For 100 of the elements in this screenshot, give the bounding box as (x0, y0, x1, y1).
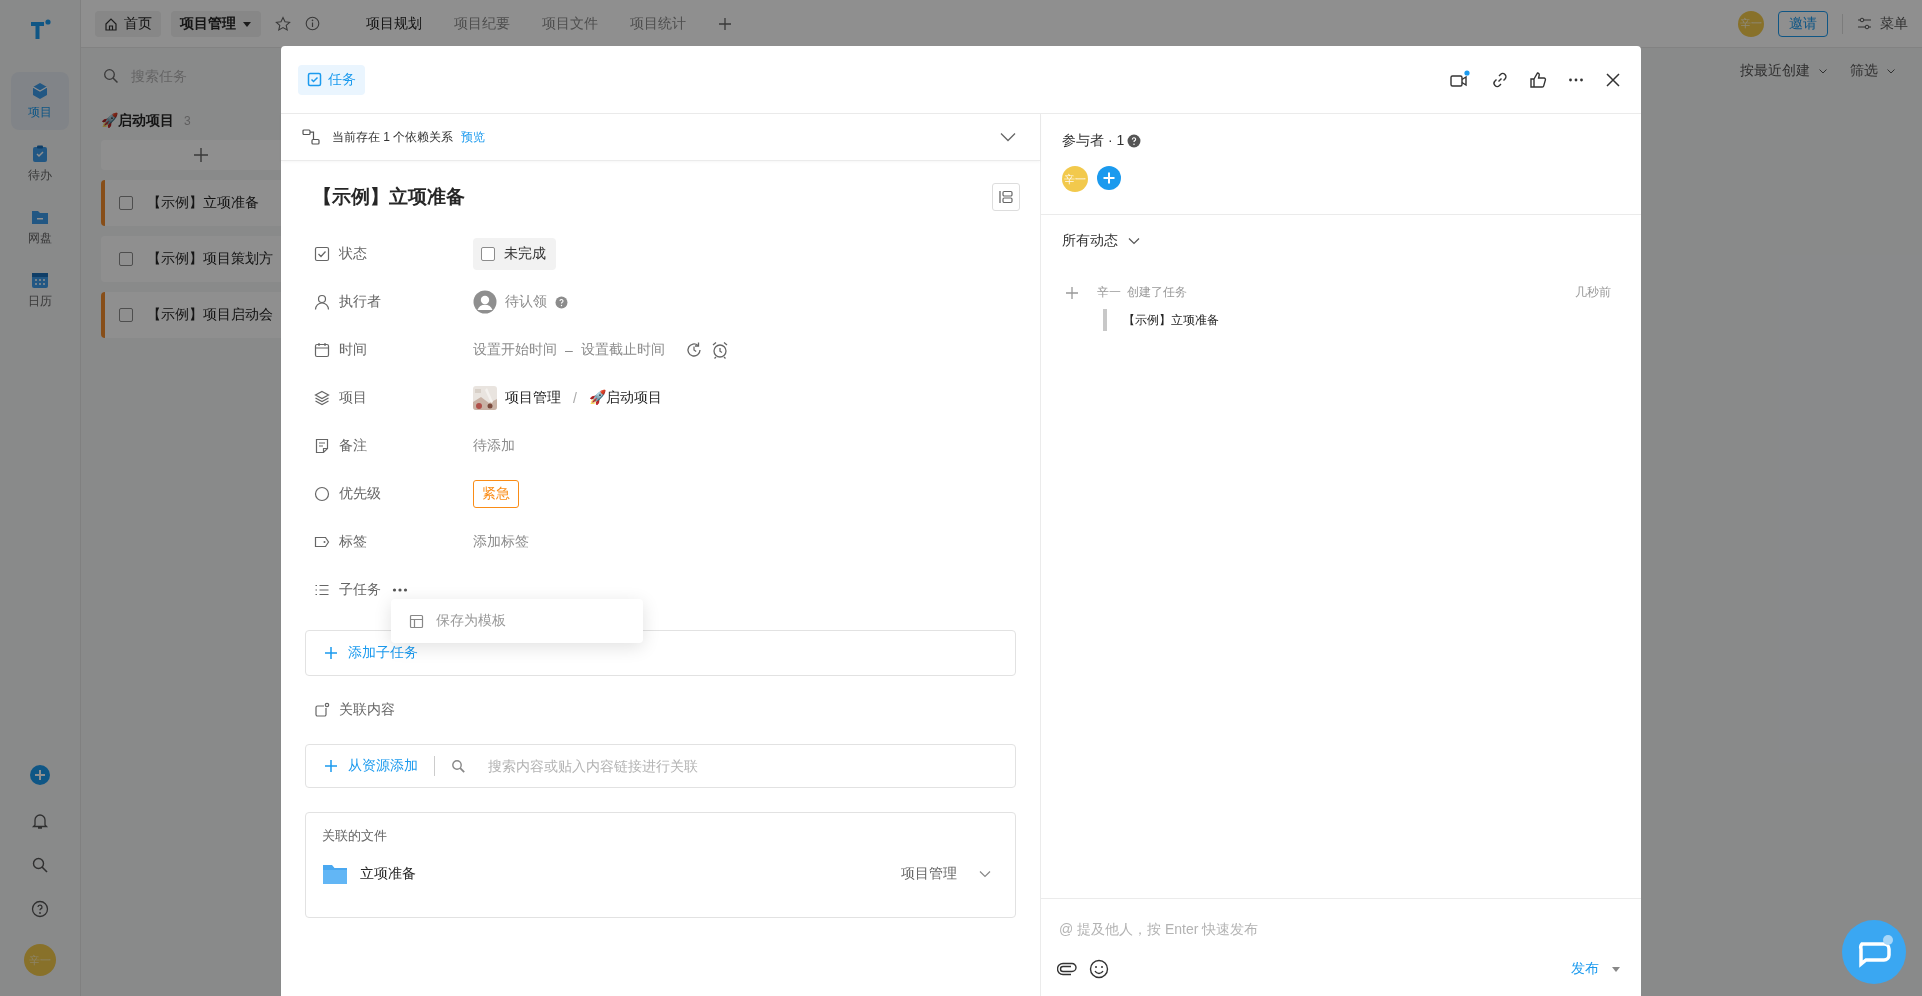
project-tab[interactable]: 项目统计 (630, 14, 686, 33)
add-from-resources-button[interactable]: 从资源添加 (324, 757, 418, 775)
add-icon[interactable] (29, 764, 51, 786)
assignee-value[interactable]: 待认领 (505, 293, 547, 311)
start-time[interactable]: 设置开始时间 (473, 341, 557, 359)
task-checkbox[interactable] (119, 252, 133, 266)
task-title: 【示例】立项准备 (147, 194, 259, 212)
project-tab[interactable]: 项目纪要 (454, 14, 510, 33)
participants-title: 参与者 · 1 (1062, 132, 1125, 150)
task-title: 【示例】项目策划方 (147, 250, 273, 268)
template-icon (409, 613, 424, 629)
add-participant-icon[interactable] (1097, 166, 1121, 190)
home-icon (104, 16, 118, 31)
project-tab[interactable]: 项目文件 (542, 14, 598, 33)
project-dropdown[interactable]: 项目管理 (171, 10, 261, 37)
plus-icon (324, 759, 338, 773)
field-label: 备注 (339, 437, 367, 455)
file-name: 立项准备 (360, 865, 416, 883)
task-title: 【示例】项目启动会 (147, 306, 273, 324)
emoji-icon[interactable] (1089, 959, 1109, 979)
calendar-icon (314, 342, 330, 358)
calendar-icon (30, 270, 50, 290)
checkbox-icon (307, 72, 322, 87)
file-row[interactable]: 立项准备 项目管理 (322, 863, 991, 885)
dependency-icon (302, 129, 320, 145)
thumbs-up-icon[interactable] (1529, 70, 1547, 89)
more-icon[interactable] (392, 587, 408, 593)
chevron-down-icon[interactable] (1000, 132, 1016, 142)
search-icon (103, 68, 119, 84)
section-title: 关联的文件 (322, 827, 388, 845)
chevron-down-icon (1818, 66, 1828, 76)
sliders-icon (1857, 16, 1872, 31)
status-checkbox[interactable] (481, 247, 495, 261)
priority-tag[interactable]: 紧急 (473, 480, 519, 508)
time-separator: – (565, 342, 573, 358)
help-icon (555, 295, 568, 309)
field-label: 优先级 (339, 485, 381, 503)
add-tab-icon[interactable] (718, 16, 732, 31)
plus-icon (1065, 285, 1079, 300)
task-type-tag: 任务 (298, 64, 365, 95)
help-icon (1127, 134, 1142, 148)
plus-icon (193, 147, 209, 163)
menu-button[interactable]: 菜单 (1857, 14, 1908, 33)
close-icon[interactable] (1605, 71, 1621, 88)
person-icon (314, 294, 330, 310)
video-icon[interactable] (1449, 69, 1471, 90)
link-icon[interactable] (1491, 70, 1509, 89)
activity-filter[interactable]: 所有动态 (1062, 232, 1611, 250)
path-separator: / (573, 390, 577, 406)
relation-icon (314, 702, 330, 718)
field-placeholder[interactable]: 添加标签 (473, 533, 529, 551)
bell-icon[interactable] (31, 812, 49, 830)
publish-button[interactable]: 发布 (1571, 960, 1599, 978)
logo-icon (28, 18, 52, 42)
project-name[interactable]: 项目管理 (505, 389, 561, 407)
layers-icon (314, 390, 330, 406)
repeat-icon[interactable] (684, 341, 703, 359)
search-icon (451, 758, 466, 774)
invite-button[interactable]: 邀请 (1778, 10, 1828, 37)
preview-link[interactable]: 预览 (461, 128, 486, 146)
field-label: 项目 (339, 389, 367, 407)
layout-button[interactable] (992, 183, 1020, 211)
alarm-icon[interactable] (710, 341, 729, 359)
activity-text: 创建了任务 (1127, 284, 1187, 301)
attachment-icon[interactable] (1057, 962, 1077, 976)
info-icon[interactable] (305, 16, 320, 31)
help-icon[interactable] (31, 900, 49, 918)
plus-icon (324, 646, 338, 660)
project-tab[interactable]: 项目规划 (366, 14, 422, 33)
filter-dropdown[interactable]: 筛选 (1850, 62, 1896, 80)
list-icon (314, 582, 330, 598)
caret-icon[interactable] (1611, 964, 1621, 974)
task-checkbox[interactable] (119, 308, 133, 322)
chat-icon[interactable] (1842, 920, 1906, 984)
star-icon[interactable] (275, 15, 291, 32)
dependency-bar[interactable]: 当前存在 1 个依赖关系 预览 (281, 114, 1040, 161)
due-time[interactable]: 设置截止时间 (580, 341, 665, 359)
activity-time: 几秒前 (1575, 284, 1611, 301)
rail-item[interactable]: 日历 (11, 261, 69, 319)
related-content-bar[interactable]: 从资源添加 搜索内容或贴入内容链接进行关联 (305, 744, 1016, 788)
section-label: 关联内容 (339, 701, 395, 719)
status-toggle[interactable]: 未完成 (473, 238, 556, 270)
rail-item[interactable]: 待办 (11, 135, 69, 193)
field-placeholder[interactable]: 待添加 (473, 437, 515, 455)
sort-dropdown[interactable]: 按最近创建 (1740, 62, 1828, 80)
related-search-field[interactable]: 搜索内容或贴入内容链接进行关联 (486, 757, 1015, 775)
dependency-text: 当前存在 1 个依赖关系 (332, 128, 454, 146)
home-button[interactable]: 首页 (95, 10, 161, 37)
comment-field[interactable]: @ 提及他人，按 Enter 快速发布 (1057, 918, 1621, 940)
task-checkbox[interactable] (119, 196, 133, 210)
task-group-name[interactable]: 🚀启动项目 (588, 389, 662, 407)
activity-quote: 【示例】立项准备 (1103, 309, 1611, 331)
rail-item[interactable]: 网盘 (11, 198, 69, 256)
checkbox-icon (314, 246, 330, 262)
chevron-down-icon (1128, 237, 1140, 245)
rail-item[interactable]: 项目 (11, 72, 69, 130)
tag-icon (314, 534, 330, 550)
search-icon[interactable] (31, 856, 49, 874)
cube-icon (30, 81, 50, 101)
layout-icon (998, 189, 1014, 205)
